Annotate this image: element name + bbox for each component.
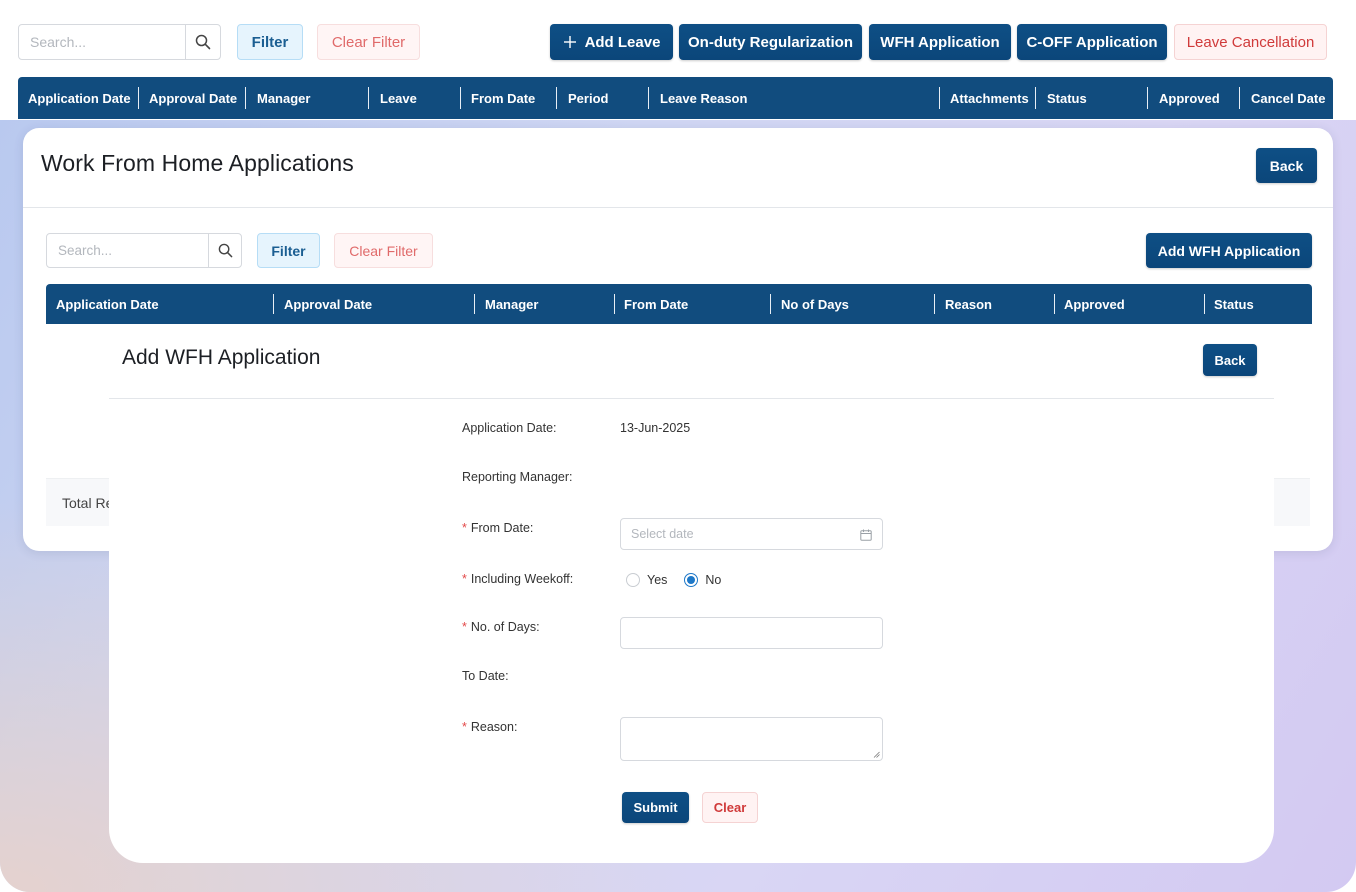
- leave-search-input[interactable]: [19, 25, 185, 59]
- col-manager[interactable]: Manager: [257, 77, 310, 119]
- to-date-label: To Date:: [462, 669, 509, 683]
- wfh-col-reason[interactable]: Reason: [945, 284, 992, 324]
- onduty-regularization-button[interactable]: On-duty Regularization: [679, 24, 862, 60]
- wfh-col-status[interactable]: Status: [1214, 284, 1254, 324]
- required-mark: *: [462, 620, 467, 634]
- wfh-search-input[interactable]: [47, 234, 208, 267]
- col-approval-date[interactable]: Approval Date: [149, 77, 237, 119]
- wfh-col-manager[interactable]: Manager: [485, 284, 538, 324]
- required-mark: *: [462, 720, 467, 734]
- wfh-table-header: Application Date Approval Date Manager F…: [46, 284, 1312, 324]
- add-leave-button[interactable]: Add Leave: [550, 24, 673, 60]
- wfh-col-approval-date[interactable]: Approval Date: [284, 284, 372, 324]
- weekoff-radio-group: Yes No: [626, 573, 721, 587]
- leave-table-header: Application Date Approval Date Manager L…: [18, 77, 1333, 119]
- weekoff-no-radio[interactable]: [684, 573, 699, 587]
- panel-divider: [23, 207, 1333, 208]
- plus-icon: [563, 36, 576, 48]
- required-mark: *: [462, 572, 467, 586]
- leave-clear-filter-button[interactable]: Clear Filter: [317, 24, 420, 60]
- weekoff-no-label[interactable]: No: [705, 573, 721, 587]
- wfh-application-button[interactable]: WFH Application: [869, 24, 1011, 60]
- page-title: Work From Home Applications: [41, 150, 354, 176]
- col-period[interactable]: Period: [568, 77, 608, 119]
- reporting-manager-label: Reporting Manager:: [462, 470, 573, 484]
- leave-search-button[interactable]: [185, 25, 220, 59]
- no-of-days-label-text: No. of Days:: [470, 620, 540, 634]
- weekoff-yes-radio[interactable]: [626, 573, 640, 587]
- weekoff-label-text: Including Weekoff:: [470, 572, 574, 586]
- no-of-days-label: * No. of Days:: [462, 620, 540, 634]
- weekoff-yes-label[interactable]: Yes: [647, 573, 667, 587]
- col-leave-reason[interactable]: Leave Reason: [660, 77, 747, 119]
- add-wfh-panel: Add WFH Application Back Application Dat…: [109, 324, 1274, 863]
- from-date-label-text: From Date:: [470, 521, 534, 535]
- reason-label: * Reason:: [462, 720, 517, 734]
- calendar-icon: [860, 529, 872, 541]
- reason-label-text: Reason:: [470, 720, 518, 734]
- form-divider: [109, 398, 1274, 399]
- add-wfh-title: Add WFH Application: [122, 346, 321, 369]
- application-date-label: Application Date:: [462, 421, 557, 435]
- wfh-col-approved[interactable]: Approved: [1064, 284, 1125, 324]
- wfh-search-box: [46, 233, 242, 268]
- col-application-date[interactable]: Application Date: [28, 77, 131, 119]
- wfh-col-application-date[interactable]: Application Date: [56, 284, 159, 324]
- submit-button[interactable]: Submit: [622, 792, 689, 823]
- weekoff-label: * Including Weekoff:: [462, 572, 573, 586]
- leave-cancellation-button[interactable]: Leave Cancellation: [1174, 24, 1327, 60]
- total-records-label: Total Re: [62, 494, 114, 511]
- coff-application-button[interactable]: C-OFF Application: [1017, 24, 1167, 60]
- clear-button[interactable]: Clear: [702, 792, 758, 823]
- col-attachments[interactable]: Attachments: [950, 77, 1029, 119]
- no-of-days-input[interactable]: [620, 617, 883, 649]
- wfh-back-button[interactable]: Back: [1256, 148, 1317, 183]
- reason-textarea[interactable]: [620, 717, 883, 761]
- search-icon: [195, 34, 211, 50]
- col-cancel-date[interactable]: Cancel Date: [1251, 77, 1325, 119]
- required-mark: *: [462, 521, 467, 535]
- wfh-col-from-date[interactable]: From Date: [624, 284, 688, 324]
- search-icon: [218, 243, 232, 258]
- leave-filter-button[interactable]: Filter: [237, 24, 303, 60]
- wfh-clear-filter-button[interactable]: Clear Filter: [334, 233, 433, 268]
- add-leave-label: Add Leave: [584, 33, 661, 51]
- col-from-date[interactable]: From Date: [471, 77, 535, 119]
- wfh-col-no-of-days[interactable]: No of Days: [781, 284, 849, 324]
- from-date-picker[interactable]: Select date: [620, 518, 883, 550]
- add-wfh-back-button[interactable]: Back: [1203, 344, 1257, 376]
- from-date-label: * From Date:: [462, 521, 533, 535]
- wfh-search-button[interactable]: [208, 234, 241, 267]
- col-status[interactable]: Status: [1047, 77, 1087, 119]
- col-approved[interactable]: Approved: [1159, 77, 1220, 119]
- leave-search-box: [18, 24, 221, 60]
- wfh-filter-button[interactable]: Filter: [257, 233, 320, 268]
- col-leave[interactable]: Leave: [380, 77, 417, 119]
- application-date-value: 13-Jun-2025: [620, 421, 691, 435]
- add-wfh-application-button[interactable]: Add WFH Application: [1146, 233, 1312, 268]
- resize-grip-icon[interactable]: [873, 751, 880, 758]
- from-date-placeholder: Select date: [631, 527, 694, 541]
